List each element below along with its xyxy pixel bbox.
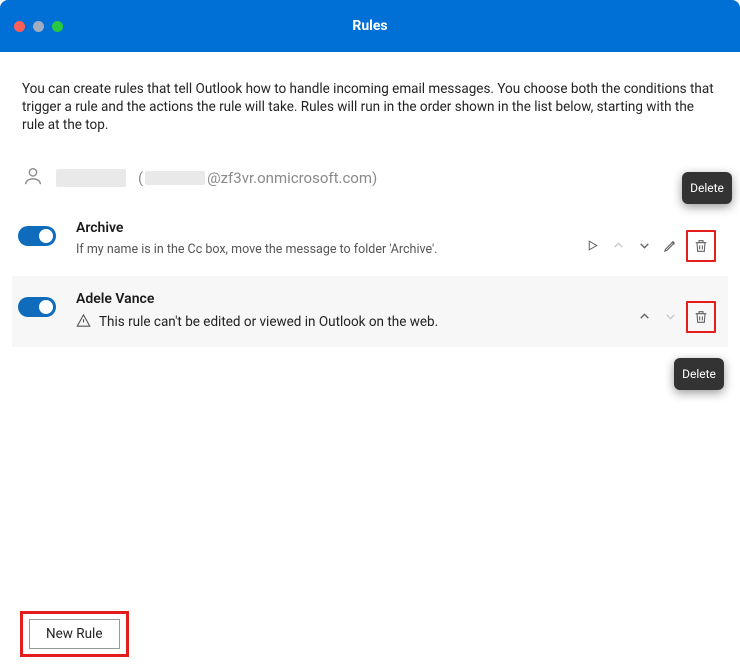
move-up-icon[interactable] [608, 236, 628, 256]
delete-highlight [686, 230, 716, 262]
rule-toggle[interactable] [18, 297, 56, 317]
rule-item-adele: Adele Vance This rule can't be edited or… [12, 276, 728, 347]
edit-icon[interactable] [660, 236, 680, 256]
paren-open: ( [138, 169, 143, 187]
run-icon[interactable] [582, 236, 602, 256]
move-down-icon[interactable] [660, 307, 680, 327]
new-rule-button[interactable]: New Rule [29, 619, 120, 649]
rules-description: You can create rules that tell Outlook h… [22, 80, 718, 135]
account-email: ( @zf3vr.onmicrosoft.com) [138, 169, 377, 187]
delete-icon[interactable] [689, 233, 713, 259]
rule-name: Adele Vance [76, 291, 624, 307]
delete-tooltip: Delete [674, 358, 724, 390]
rule-actions [634, 291, 716, 333]
window-title: Rules [0, 18, 740, 34]
rule-warning: This rule can't be edited or viewed in O… [76, 313, 624, 332]
content-area: You can create rules that tell Outlook h… [0, 52, 740, 347]
new-rule-highlight: New Rule [20, 611, 129, 657]
warning-icon [76, 313, 91, 332]
account-row: ( @zf3vr.onmicrosoft.com) [22, 165, 718, 205]
delete-highlight [686, 301, 716, 333]
move-down-icon[interactable] [634, 236, 654, 256]
email-domain: @zf3vr.onmicrosoft.com) [207, 169, 377, 187]
rule-name: Archive [76, 220, 572, 236]
titlebar: Rules [0, 0, 740, 52]
rule-toggle[interactable] [18, 226, 56, 246]
rule-description: If my name is in the Cc box, move the me… [76, 242, 572, 257]
delete-tooltip: Delete [682, 172, 732, 204]
move-up-icon[interactable] [634, 307, 654, 327]
delete-icon[interactable] [689, 304, 713, 330]
rule-warning-text: This rule can't be edited or viewed in O… [99, 314, 438, 330]
account-name-redacted [56, 169, 126, 187]
email-redacted [145, 171, 205, 185]
rule-item-archive: Archive If my name is in the Cc box, mov… [12, 205, 728, 276]
person-icon [22, 165, 44, 191]
footer: New Rule [0, 597, 740, 671]
rule-actions [582, 220, 716, 262]
